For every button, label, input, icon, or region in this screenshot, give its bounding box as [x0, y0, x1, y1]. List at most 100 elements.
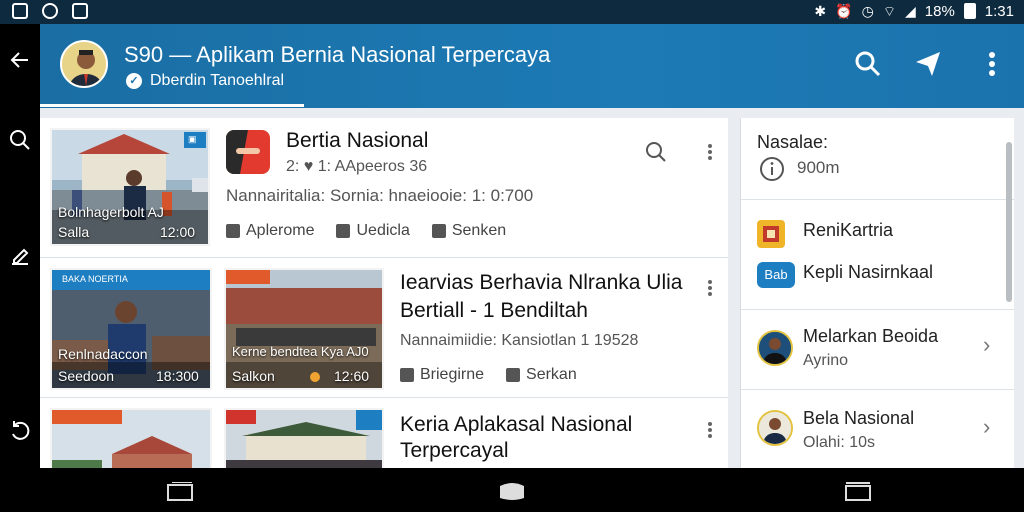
- battery-icon: [963, 3, 976, 19]
- thumbnail-caption-secondary: Seedoon: [58, 368, 115, 384]
- panel-item-subtitle: Ayrino: [803, 352, 849, 369]
- thumbnail-caption: Bolnhagerbolt AJ: [58, 204, 164, 220]
- card-menu-icon[interactable]: [708, 142, 714, 162]
- action-label: Aplerome: [246, 222, 315, 239]
- news-thumbnail[interactable]: [224, 408, 384, 468]
- gallery-notification-icon: [12, 3, 28, 19]
- app-title: S90 — Aplikam Bernia Nasional Terpercaya: [124, 42, 551, 67]
- panel-scrollbar[interactable]: [1006, 142, 1012, 302]
- more-options-icon[interactable]: [976, 48, 1008, 80]
- panel-item-title: Melarkan Beoida: [803, 326, 939, 346]
- action-button-1[interactable]: Aplerome: [226, 222, 314, 240]
- shield-notification-icon: [72, 3, 88, 19]
- thumbnail-caption: Kerne bendtea Kya AJ0: [232, 344, 369, 359]
- tab-indicator: [40, 104, 304, 107]
- panel-value: 900m: [797, 158, 840, 177]
- thumbnail-time: 18:300: [156, 368, 199, 384]
- panel-links: ReniKartria Bab Kepli Nasirnkaal: [741, 200, 1014, 310]
- verified-icon: ✓: [126, 73, 142, 89]
- search-icon[interactable]: [8, 128, 32, 152]
- panel-item-title: Bela Nasional: [803, 408, 915, 428]
- channel-avatar[interactable]: [60, 40, 108, 88]
- chevron-right-icon: ›: [983, 332, 991, 357]
- screen: ✱ ⏰ ◷ ⌔ ◢ 18% 1:31 S90 — Aplikam Bernia …: [0, 0, 1024, 512]
- system-nav-bar: [0, 468, 1024, 512]
- back-nav-icon[interactable]: [842, 482, 874, 502]
- source-logo[interactable]: [226, 130, 270, 174]
- search-icon[interactable]: [852, 48, 884, 80]
- action-label: Briegirne: [420, 366, 485, 383]
- like-icon: [400, 368, 414, 382]
- news-thumbnail[interactable]: ▣ Bolnhagerbolt AJ Salla 12:00: [50, 128, 210, 246]
- news-title[interactable]: Bertia Nasional: [286, 128, 428, 154]
- thumbnail-caption-secondary: Salla: [58, 224, 90, 240]
- panel-summary: Nasalae: 900m: [741, 118, 1014, 200]
- thumbnail-time: 12:60: [334, 368, 370, 384]
- news-source-icon: [757, 220, 785, 248]
- chevron-right-icon: ›: [983, 414, 991, 439]
- news-meta: Nannairitalia: Sornia: hnaeiooie: 1: 0:7…: [226, 186, 534, 205]
- thumbnail-caption: Renlnadaccon: [58, 346, 148, 362]
- left-nav-rail: [0, 24, 40, 468]
- wifi-icon: ⌔: [882, 3, 896, 19]
- action-label: Serkan: [526, 366, 577, 383]
- avatar: [757, 330, 793, 366]
- edit-icon[interactable]: [8, 244, 32, 268]
- recent-apps-icon[interactable]: [164, 482, 196, 502]
- panel-link-1[interactable]: ReniKartria: [803, 220, 893, 241]
- share-icon: [336, 224, 351, 238]
- news-thumbnail[interactable]: Kerne bendtea Kya AJ0 Salkon 12:60: [224, 268, 384, 390]
- news-title[interactable]: Keria Aplakasal Nasional: [400, 412, 632, 438]
- thumbnail-badge-icon: ▣: [184, 132, 206, 148]
- card-search-icon[interactable]: [644, 140, 668, 164]
- panel-badge: Bab: [757, 262, 795, 288]
- action-button-2[interactable]: Serkan: [506, 366, 577, 384]
- clock-icon: ◷: [861, 3, 874, 19]
- app-bar: S90 — Aplikam Bernia Nasional Terpercaya…: [40, 24, 1024, 108]
- thumbnail-caption-secondary: Salkon: [232, 368, 275, 384]
- news-thumbnail[interactable]: [50, 408, 212, 468]
- action-button-2[interactable]: Uedicla: [336, 222, 410, 240]
- news-title-line2[interactable]: Terpercayal: [400, 438, 509, 464]
- like-icon: [226, 224, 240, 238]
- action-button-3[interactable]: Senken: [431, 222, 507, 240]
- card-menu-icon[interactable]: [708, 420, 714, 440]
- app-subtitle: ✓ Dberdin Tanoehlral: [126, 72, 284, 90]
- panel-list-item[interactable]: Melarkan Beoida Ayrino ›: [741, 310, 1014, 390]
- news-meta: Nannaimiidie: Kansiotlan 1 19528: [400, 332, 639, 349]
- clock-time: 1:31: [984, 2, 1014, 20]
- app-subtitle-text: Dberdin Tanoehlral: [150, 72, 285, 89]
- signal-icon: ◢: [904, 3, 916, 19]
- battery-percent: 18%: [924, 2, 955, 20]
- panel-list-item[interactable]: Bela Nasional Olahi: 10s ›: [741, 390, 1014, 468]
- action-label: Senken: [451, 222, 507, 239]
- action-label: Uedicla: [356, 222, 410, 239]
- news-card[interactable]: BAKA NOERTIA Renlnadaccon Seedoon 18:300…: [40, 258, 728, 398]
- bluetooth-icon: ✱: [814, 3, 827, 19]
- card-menu-icon[interactable]: [708, 278, 714, 298]
- alarm-icon: ⏰: [835, 3, 853, 19]
- news-thumbnail[interactable]: BAKA NOERTIA Renlnadaccon Seedoon 18:300: [50, 268, 212, 390]
- save-icon: [431, 224, 446, 238]
- thumbnail-badge: BAKA NOERTIA: [62, 274, 128, 284]
- save-icon: [506, 368, 521, 382]
- panel-item-subtitle: Olahi: 10s: [803, 434, 876, 451]
- status-bar: ✱ ⏰ ◷ ⌔ ◢ 18% 1:31: [0, 0, 1024, 24]
- news-card[interactable]: Keria Aplakasal Nasional Terpercayal: [40, 398, 728, 468]
- action-button-1[interactable]: Briegirne: [400, 366, 484, 384]
- thumbnail-time: 12:00: [160, 224, 196, 240]
- refresh-icon[interactable]: [8, 418, 32, 442]
- news-title-line2[interactable]: Bertiall - 1 Bendiltah: [400, 298, 588, 324]
- send-icon[interactable]: [912, 48, 944, 80]
- side-panel: Nasalae: 900m ReniKartria Bab Kepli Nasi…: [740, 118, 1014, 468]
- live-dot-icon: [310, 372, 320, 382]
- home-icon[interactable]: [498, 482, 526, 502]
- back-arrow-icon[interactable]: [8, 48, 32, 72]
- news-feed: ▣ Bolnhagerbolt AJ Salla 12:00 Bertia Na…: [40, 118, 728, 468]
- news-byline: 2: ♥ 1: AApeeros 36: [286, 158, 428, 175]
- info-icon: [760, 157, 784, 181]
- avatar: [757, 410, 793, 446]
- news-card[interactable]: ▣ Bolnhagerbolt AJ Salla 12:00 Bertia Na…: [40, 118, 728, 258]
- panel-link-2[interactable]: Kepli Nasirnkaal: [803, 262, 933, 283]
- news-title[interactable]: Iearvias Berhavia Nlranka Ulia: [400, 270, 682, 296]
